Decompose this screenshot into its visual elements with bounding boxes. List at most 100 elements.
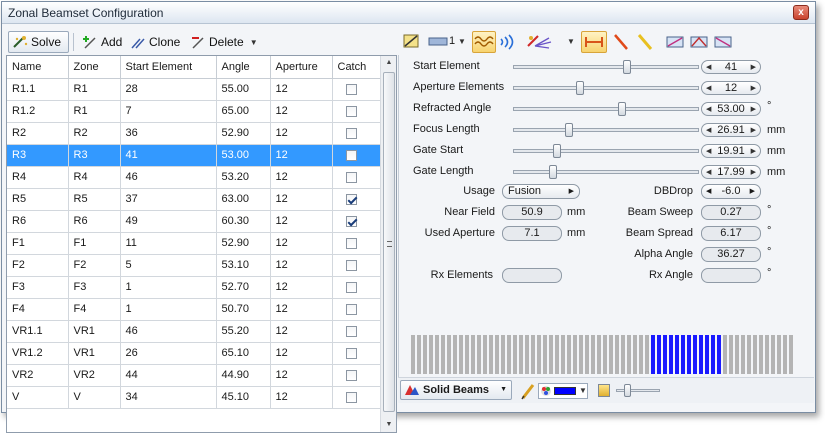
scroll-up-icon[interactable]: ▲ [381, 56, 397, 70]
cell-zone[interactable]: R6 [68, 210, 121, 233]
active-element[interactable] [657, 335, 661, 374]
cell-start[interactable]: 7 [120, 100, 217, 123]
cell-zone[interactable]: F1 [68, 232, 121, 255]
cell-aperture[interactable]: 12 [270, 78, 333, 101]
chevron-left-icon[interactable]: ◀ [706, 166, 711, 179]
color-picker[interactable]: ▼ [538, 383, 588, 399]
probe-element[interactable] [753, 335, 757, 374]
probe-element[interactable] [537, 335, 541, 374]
catch-checkbox[interactable] [345, 391, 357, 403]
probe-element[interactable] [465, 335, 469, 374]
catch-checkbox[interactable] [345, 193, 357, 205]
title-bar[interactable]: Zonal Beamset Configuration x [2, 2, 815, 24]
cell-zone[interactable]: VR1 [68, 342, 121, 365]
probe-element-array[interactable] [411, 335, 795, 374]
gate-length-slider[interactable] [513, 165, 699, 179]
probe-element[interactable] [489, 335, 493, 374]
cell-aperture[interactable]: 12 [270, 386, 333, 409]
probe-element[interactable] [621, 335, 625, 374]
start-element-slider[interactable] [513, 60, 699, 74]
column-header-name[interactable]: Name [7, 56, 69, 79]
cell-angle[interactable]: 52.70 [216, 276, 271, 299]
probe-element[interactable] [765, 335, 769, 374]
table-row[interactable]: VR2 VR2 44 44.90 12 [7, 364, 381, 387]
table-scrollbar[interactable]: ▲ ▼ [380, 56, 396, 432]
probe-element[interactable] [429, 335, 433, 374]
cell-name[interactable]: R4 [7, 166, 69, 189]
probe-element[interactable] [561, 335, 565, 374]
catch-checkbox[interactable] [345, 149, 357, 161]
cell-aperture[interactable]: 12 [270, 364, 333, 387]
table-row[interactable]: R3 R3 41 53.00 12 [7, 144, 381, 167]
probe-element[interactable] [789, 335, 793, 374]
cell-name[interactable]: F3 [7, 276, 69, 299]
chevron-down-icon[interactable]: ▼ [250, 38, 258, 47]
table-row[interactable]: V V 34 45.10 12 [7, 386, 381, 409]
table-row[interactable]: R4 R4 46 53.20 12 [7, 166, 381, 189]
cell-aperture[interactable]: 12 [270, 276, 333, 299]
usage-select[interactable]: Fusion ▶ [502, 184, 580, 199]
focus-length-spinner[interactable]: ◀ 26.91 ▶ [701, 123, 761, 137]
probe-element[interactable] [591, 335, 595, 374]
gate-start-spinner[interactable]: ◀ 19.91 ▶ [701, 144, 761, 158]
focus-length-slider[interactable] [513, 123, 699, 137]
probe-element[interactable] [723, 335, 727, 374]
probe-element[interactable] [603, 335, 607, 374]
chevron-left-icon[interactable]: ◀ [706, 103, 711, 116]
catch-checkbox[interactable] [345, 303, 357, 315]
probe-element[interactable] [435, 335, 439, 374]
probe-view-button[interactable] [400, 31, 422, 53]
column-header-angle[interactable]: Angle [216, 56, 271, 79]
probe-element[interactable] [525, 335, 529, 374]
cell-start[interactable]: 37 [120, 188, 217, 211]
catch-checkbox[interactable] [345, 369, 357, 381]
gate-length-spinner[interactable]: ◀ 17.99 ▶ [701, 165, 761, 179]
cell-aperture[interactable]: 12 [270, 254, 333, 277]
aperture-elements-slider[interactable] [513, 81, 699, 95]
slider-thumb[interactable] [565, 123, 573, 137]
probe-element[interactable] [627, 335, 631, 374]
chevron-left-icon[interactable]: ◀ [706, 145, 711, 158]
slider-thumb[interactable] [549, 165, 557, 179]
probe-element[interactable] [615, 335, 619, 374]
close-button[interactable]: x [793, 5, 809, 20]
probe-element[interactable] [531, 335, 535, 374]
cell-zone[interactable]: R1 [68, 78, 121, 101]
chevron-right-icon[interactable]: ▶ [751, 124, 756, 137]
probe-element[interactable] [783, 335, 787, 374]
add-button[interactable]: Add [78, 31, 126, 53]
probe-element[interactable] [567, 335, 571, 374]
table-row[interactable]: VR1.1 VR1 46 55.20 12 [7, 320, 381, 343]
opacity-slider-thumb[interactable] [624, 384, 631, 397]
overlay-button-3[interactable] [712, 31, 734, 53]
catch-checkbox[interactable] [345, 281, 357, 293]
cell-name[interactable]: R6 [7, 210, 69, 233]
table-row[interactable]: R1.2 R1 7 65.00 12 [7, 100, 381, 123]
probe-element[interactable] [477, 335, 481, 374]
chevron-left-icon[interactable]: ◀ [706, 124, 711, 137]
cell-angle[interactable]: 44.90 [216, 364, 271, 387]
cell-angle[interactable]: 65.00 [216, 100, 271, 123]
cell-angle[interactable]: 52.90 [216, 122, 271, 145]
cell-name[interactable]: R3 [7, 144, 69, 167]
chevron-right-icon[interactable]: ▶ [751, 61, 756, 74]
chevron-right-icon[interactable]: ▶ [751, 103, 756, 116]
probe-element[interactable] [777, 335, 781, 374]
cell-name[interactable]: VR2 [7, 364, 69, 387]
probe-element[interactable] [423, 335, 427, 374]
table-row[interactable]: F3 F3 1 52.70 12 [7, 276, 381, 299]
overlay-button-2[interactable] [688, 31, 710, 53]
cell-name[interactable]: F2 [7, 254, 69, 277]
probe-element[interactable] [609, 335, 613, 374]
active-element[interactable] [669, 335, 673, 374]
cell-start[interactable]: 41 [120, 144, 217, 167]
chevron-left-icon[interactable]: ◀ [706, 82, 711, 95]
chevron-right-icon[interactable]: ▶ [751, 166, 756, 179]
scrollbar-thumb[interactable] [383, 72, 395, 412]
cell-aperture[interactable]: 12 [270, 232, 333, 255]
refracted-angle-spinner[interactable]: ◀ 53.00 ▶ [701, 102, 761, 116]
cell-angle[interactable]: 53.20 [216, 166, 271, 189]
cell-name[interactable]: R1.2 [7, 100, 69, 123]
cell-zone[interactable]: R3 [68, 144, 121, 167]
cell-angle[interactable]: 55.00 [216, 78, 271, 101]
